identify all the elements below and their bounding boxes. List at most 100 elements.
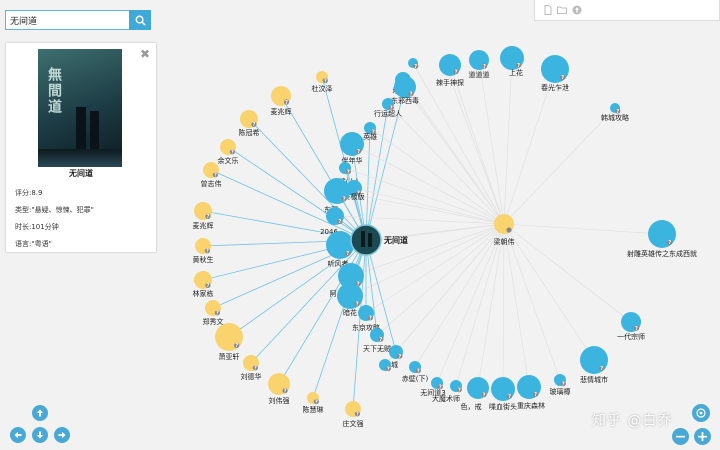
graph-node-person[interactable]: ?陈慧琳	[303, 392, 324, 414]
graph-edge	[477, 223, 505, 389]
fit-view-button[interactable]	[692, 404, 710, 422]
node-label: 麦兆辉	[271, 107, 292, 116]
graph-node-hub[interactable]: 梁朝伟	[494, 214, 515, 246]
graph-node-movie[interactable]: ? 喋血街头	[489, 377, 517, 411]
node-badge-icon: ?	[398, 354, 401, 360]
graph-edge	[384, 223, 505, 366]
graph-node-movie[interactable]: ?玻璃樽	[550, 374, 571, 396]
graph-edge	[503, 223, 561, 381]
graph-edge	[478, 59, 505, 225]
document-icon[interactable]	[543, 5, 553, 15]
graph-node-movie[interactable]: ? 重庆森林	[517, 375, 545, 410]
graph-node-movie[interactable]: ?道道道	[469, 50, 490, 79]
upload-icon[interactable]	[572, 5, 582, 15]
graph-edge	[503, 57, 513, 225]
node-badge-icon: ?	[356, 412, 359, 418]
node-badge-icon: ?	[357, 149, 360, 155]
watermark: 知乎 @白乔	[592, 413, 673, 429]
node-badge-icon: ?	[206, 214, 209, 220]
arrow-up-icon	[36, 409, 44, 417]
graph-node-movie[interactable]: ?	[379, 359, 391, 372]
node-label: 暗花	[343, 308, 357, 317]
graph-node-movie[interactable]: ? 射雕英雄传之东成西就	[627, 220, 697, 258]
search-input[interactable]	[6, 11, 130, 29]
arrow-down-icon	[36, 431, 44, 439]
graph-node-person[interactable]: ?郑秀文	[203, 300, 224, 326]
poster-title: 無間道	[46, 67, 62, 115]
node-badge-icon: ?	[562, 381, 565, 387]
graph-node-movie[interactable]: ?伴年华	[340, 132, 364, 165]
graph-edge	[369, 127, 505, 225]
folder-icon[interactable]	[557, 5, 567, 15]
graph-node-movie[interactable]: ? 春光乍泄	[541, 55, 569, 92]
graph-node-person[interactable]: ?陈冠希	[239, 110, 260, 137]
node-label: 道道道	[469, 70, 490, 79]
node-badge-icon: ?	[483, 392, 486, 398]
graph-nodes: ?杜汶泽?麦兆辉?陈冠希?余文乐?曾志伟?麦兆辉?黄秋生?林家栋?郑秀文?萧亚轩…	[193, 46, 697, 428]
graph-node-person[interactable]: ? 萧亚轩	[215, 323, 243, 361]
graph-node-person[interactable]: ?麦兆辉	[271, 86, 292, 116]
graph-node-center[interactable]: 无间道	[350, 224, 408, 256]
graph-edge	[365, 127, 371, 241]
search-button[interactable]	[129, 10, 151, 30]
graph-node-person[interactable]: ?杜汶泽	[312, 71, 333, 93]
node-badge-icon: ?	[343, 197, 346, 203]
node-badge-icon: ?	[214, 173, 217, 179]
node-label: 林家栋	[193, 289, 214, 298]
arrow-left-icon	[14, 431, 22, 439]
node-label: 东邪西毒	[391, 96, 419, 105]
graph-node-movie[interactable]: ?上花	[500, 46, 524, 77]
node-badge	[506, 227, 512, 233]
graph-node-movie[interactable]: ?韩城攻略	[601, 103, 629, 122]
node-badge-icon: ?	[252, 122, 255, 128]
graph-node-person[interactable]: ?麦兆辉	[193, 202, 214, 230]
graph-node-person[interactable]: ?刘德华	[241, 355, 262, 381]
graph-node-person[interactable]: ?曾志伟	[201, 162, 222, 188]
node-badge-icon: ?	[216, 311, 219, 317]
graph-node-movie[interactable]: ?色，戒	[461, 377, 490, 411]
graph-node-movie[interactable]: ?赤壁(下)	[402, 361, 429, 383]
node-badge-icon: ?	[369, 316, 372, 322]
node-label: 梁朝伟	[494, 237, 515, 246]
graph-node-movie[interactable]: ?一代宗师	[617, 312, 645, 341]
movie-language: 语言:"粤语"	[15, 240, 52, 248]
node-badge-icon: ?	[356, 302, 359, 308]
graph-node-movie[interactable]: 辣手神探	[436, 78, 464, 87]
zoom-in-button[interactable]: +	[694, 428, 711, 445]
graph-node-person[interactable]: ? 刘伟强	[268, 373, 290, 405]
node-label: 阿	[330, 289, 337, 298]
graph-edge	[344, 167, 505, 225]
graph-edge	[503, 223, 595, 361]
node-label: 余文乐	[218, 156, 239, 165]
pan-right-button[interactable]	[54, 427, 70, 443]
graph-node-person[interactable]: ?黄秋生	[193, 238, 214, 264]
graph-edge	[503, 68, 556, 225]
zoom-out-button[interactable]: −	[672, 428, 689, 445]
node-label: 刘伟强	[269, 396, 290, 405]
pan-left-button[interactable]	[10, 427, 26, 443]
node-badge-icon: ?	[324, 78, 327, 84]
node-badge-icon: ?	[254, 366, 257, 372]
search-box	[5, 10, 151, 30]
node-label: 一代宗师	[617, 332, 645, 341]
node-label: 行运超人	[374, 109, 402, 118]
pan-up-button[interactable]	[32, 405, 48, 421]
graph-node-movie[interactable]: ?英雄	[363, 122, 377, 141]
graph-node-movie[interactable]: ?	[408, 58, 419, 70]
graph-node-person[interactable]: ?庄文强	[343, 401, 364, 428]
graph-node-movie[interactable]: ? 悲情城市	[580, 346, 608, 384]
graph-node-movie[interactable]: ?	[439, 54, 461, 76]
node-badge-icon: ?	[231, 150, 234, 156]
node-label: 玻璃樽	[550, 387, 571, 396]
movie-poster: 無間道	[38, 49, 122, 167]
node-badge-icon: ?	[635, 326, 638, 332]
close-icon[interactable]: ✖	[140, 47, 150, 61]
node-badge-icon: ?	[458, 387, 461, 393]
graph-node-movie[interactable]: ?听风者	[326, 231, 354, 268]
node-badge-icon: ?	[346, 251, 349, 257]
node-label: 刘德华	[241, 372, 262, 381]
pan-down-button[interactable]	[32, 427, 48, 443]
graph-node-person[interactable]: ?林家栋	[193, 271, 214, 298]
node-label: 辣手神探	[436, 78, 464, 87]
node-label: 重庆森林	[517, 401, 545, 410]
